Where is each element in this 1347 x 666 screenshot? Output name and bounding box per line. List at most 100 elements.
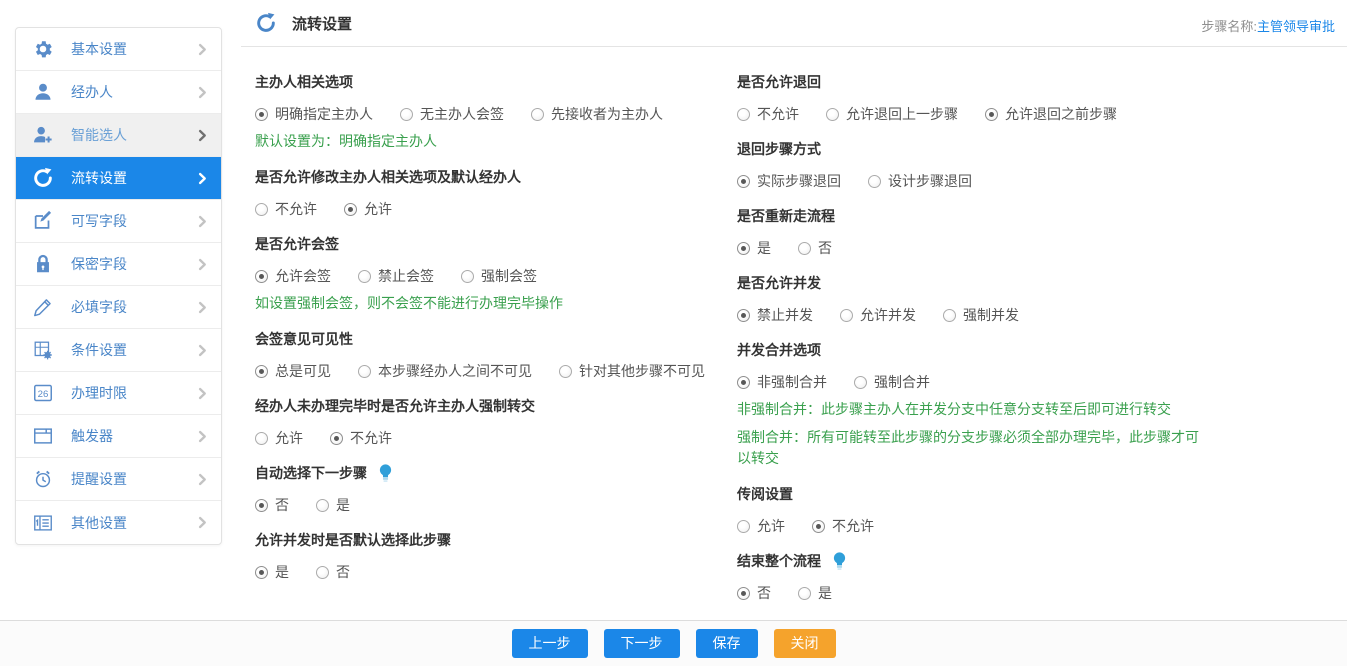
radio-option[interactable]: 允许退回之前步骤 xyxy=(985,104,1117,124)
radio-option[interactable]: 无主办人会签 xyxy=(400,104,504,124)
sidebar-item-handlers[interactable]: 经办人 xyxy=(16,71,221,114)
radio-option[interactable]: 不允许 xyxy=(812,516,874,536)
radio-option[interactable]: 否 xyxy=(737,583,771,603)
prev-step-button[interactable]: 上一步 xyxy=(512,629,588,658)
radio-option[interactable]: 是 xyxy=(255,562,289,582)
radio-option[interactable]: 总是可见 xyxy=(255,361,331,381)
radio-option[interactable]: 允许并发 xyxy=(840,305,916,325)
radio-option-label: 非强制合并 xyxy=(757,372,827,392)
radio-option-label: 不允许 xyxy=(275,199,317,219)
sidebar-item-required-fields[interactable]: 必填字段 xyxy=(16,286,221,329)
lightbulb-tip-icon[interactable] xyxy=(833,552,846,571)
sidebar-item-basic-settings[interactable]: 基本设置 xyxy=(16,28,221,71)
next-step-button[interactable]: 下一步 xyxy=(604,629,680,658)
radio-checked-icon[interactable] xyxy=(737,309,750,322)
radio-checked-icon[interactable] xyxy=(737,587,750,600)
radio-unchecked-icon[interactable] xyxy=(868,175,881,188)
radio-checked-icon[interactable] xyxy=(255,566,268,579)
person-add-icon xyxy=(32,124,54,146)
radio-unchecked-icon[interactable] xyxy=(943,309,956,322)
radio-option[interactable]: 先接收者为主办人 xyxy=(531,104,663,124)
radio-checked-icon[interactable] xyxy=(737,376,750,389)
radio-unchecked-icon[interactable] xyxy=(255,432,268,445)
radio-unchecked-icon[interactable] xyxy=(316,566,329,579)
radio-unchecked-icon[interactable] xyxy=(255,203,268,216)
radio-unchecked-icon[interactable] xyxy=(840,309,853,322)
document-list-icon xyxy=(32,512,54,534)
section-title: 经办人未办理完毕时是否允许主办人强制转交 xyxy=(255,396,737,416)
sidebar-item-reminder-settings[interactable]: 提醒设置 xyxy=(16,458,221,501)
radio-option[interactable]: 强制合并 xyxy=(854,372,930,392)
radio-option[interactable]: 本步骤经办人之间不可见 xyxy=(358,361,532,381)
radio-option[interactable]: 否 xyxy=(798,238,832,258)
step-name-value: 主管领导审批 xyxy=(1257,19,1335,34)
radio-option-label: 禁止会签 xyxy=(378,266,434,286)
radio-option[interactable]: 允许退回上一步骤 xyxy=(826,104,958,124)
radio-unchecked-icon[interactable] xyxy=(461,270,474,283)
radio-option-label: 无主办人会签 xyxy=(420,104,504,124)
radio-checked-icon[interactable] xyxy=(737,175,750,188)
radio-unchecked-icon[interactable] xyxy=(737,520,750,533)
radio-option[interactable]: 针对其他步骤不可见 xyxy=(559,361,705,381)
radio-option[interactable]: 允许 xyxy=(255,428,303,448)
gear-icon xyxy=(32,38,54,60)
radio-option[interactable]: 否 xyxy=(316,562,350,582)
radio-checked-icon[interactable] xyxy=(737,242,750,255)
radio-option[interactable]: 允许 xyxy=(344,199,392,219)
radio-checked-icon[interactable] xyxy=(812,520,825,533)
radio-unchecked-icon[interactable] xyxy=(826,108,839,121)
sidebar-item-time-limit[interactable]: 26办理时限 xyxy=(16,372,221,415)
refresh-icon[interactable] xyxy=(255,12,277,34)
lightbulb-tip-icon[interactable] xyxy=(379,464,392,483)
lock-icon xyxy=(32,253,54,275)
radio-checked-icon[interactable] xyxy=(255,108,268,121)
radio-checked-icon[interactable] xyxy=(344,203,357,216)
sidebar-item-smart-select[interactable]: 智能选人 xyxy=(16,114,221,157)
radio-option[interactable]: 强制并发 xyxy=(943,305,1019,325)
window-icon xyxy=(32,425,54,447)
sidebar-item-other-settings[interactable]: 其他设置 xyxy=(16,501,221,544)
close-button[interactable]: 关闭 xyxy=(774,629,836,658)
radio-group: 明确指定主办人 无主办人会签 先接收者为主办人 xyxy=(255,104,737,124)
radio-option[interactable]: 不允许 xyxy=(330,428,392,448)
radio-option[interactable]: 是 xyxy=(316,495,350,515)
sidebar-item-condition-settings[interactable]: 条件设置 xyxy=(16,329,221,372)
radio-unchecked-icon[interactable] xyxy=(854,376,867,389)
sidebar-item-writable-fields[interactable]: 可写字段 xyxy=(16,200,221,243)
radio-option[interactable]: 允许 xyxy=(737,516,785,536)
radio-unchecked-icon[interactable] xyxy=(737,108,750,121)
radio-option-label: 允许退回上一步骤 xyxy=(846,104,958,124)
radio-group: 否是 xyxy=(255,495,737,515)
radio-option[interactable]: 禁止会签 xyxy=(358,266,434,286)
radio-option[interactable]: 禁止并发 xyxy=(737,305,813,325)
radio-checked-icon[interactable] xyxy=(255,270,268,283)
radio-checked-icon[interactable] xyxy=(255,499,268,512)
sidebar-item-trigger[interactable]: 触发器 xyxy=(16,415,221,458)
radio-option[interactable]: 是 xyxy=(798,583,832,603)
save-button[interactable]: 保存 xyxy=(696,629,758,658)
radio-unchecked-icon[interactable] xyxy=(358,365,371,378)
radio-checked-icon[interactable] xyxy=(255,365,268,378)
radio-option[interactable]: 非强制合并 xyxy=(737,372,827,392)
sidebar-item-flow-settings[interactable]: 流转设置 xyxy=(16,157,221,200)
radio-unchecked-icon[interactable] xyxy=(316,499,329,512)
radio-option[interactable]: 允许会签 xyxy=(255,266,331,286)
radio-unchecked-icon[interactable] xyxy=(559,365,572,378)
radio-option[interactable]: 不允许 xyxy=(255,199,317,219)
radio-unchecked-icon[interactable] xyxy=(358,270,371,283)
radio-unchecked-icon[interactable] xyxy=(798,242,811,255)
radio-option[interactable]: 是 xyxy=(737,238,771,258)
sidebar-item-secret-fields[interactable]: 保密字段 xyxy=(16,243,221,286)
radio-unchecked-icon[interactable] xyxy=(531,108,544,121)
radio-unchecked-icon[interactable] xyxy=(400,108,413,121)
radio-option[interactable]: 明确指定主办人 xyxy=(255,104,373,124)
radio-option[interactable]: 否 xyxy=(255,495,289,515)
radio-option[interactable]: 强制会签 xyxy=(461,266,537,286)
radio-option[interactable]: 不允许 xyxy=(737,104,799,124)
condition-grid-icon xyxy=(32,339,54,361)
radio-checked-icon[interactable] xyxy=(985,108,998,121)
radio-option[interactable]: 设计步骤退回 xyxy=(868,171,972,191)
radio-option[interactable]: 实际步骤退回 xyxy=(737,171,841,191)
radio-unchecked-icon[interactable] xyxy=(798,587,811,600)
radio-checked-icon[interactable] xyxy=(330,432,343,445)
